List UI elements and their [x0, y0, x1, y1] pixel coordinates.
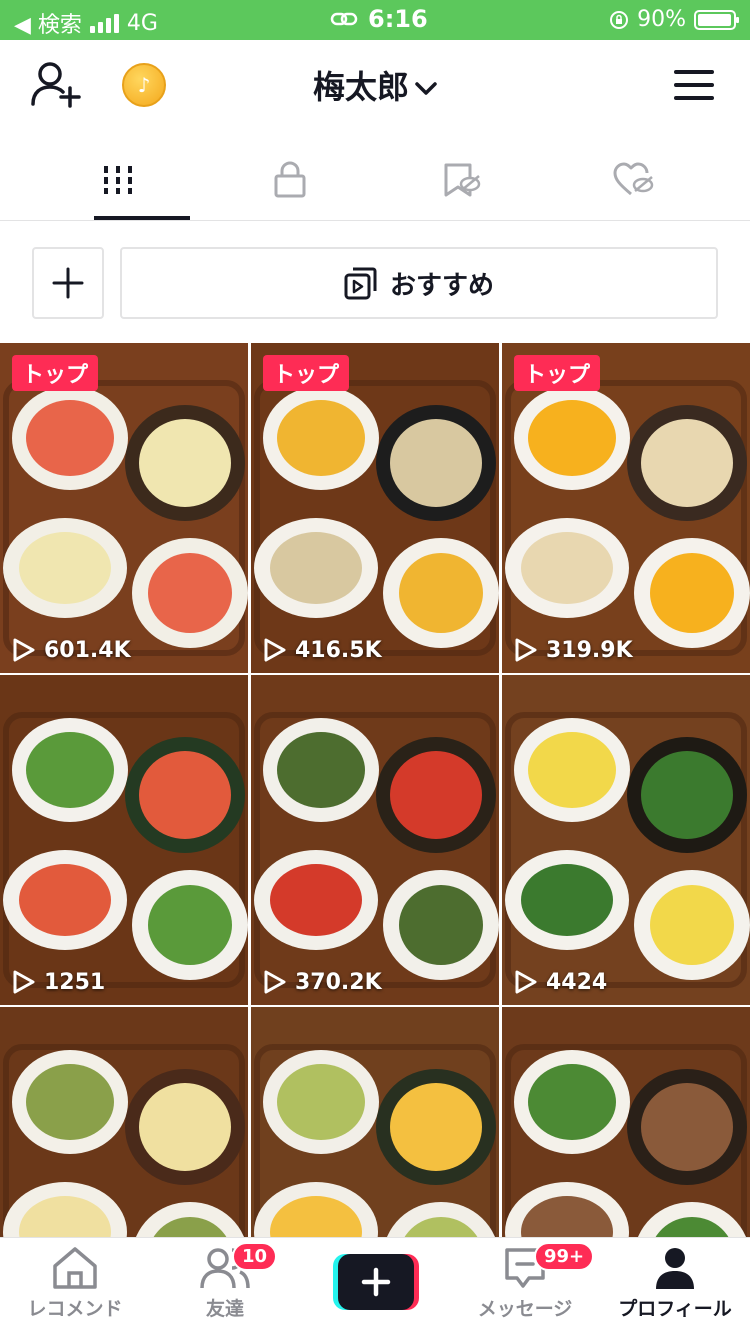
create-video-button[interactable] — [333, 1254, 419, 1310]
view-count-text: 416.5K — [295, 637, 382, 663]
view-count-text: 1251 — [44, 969, 106, 995]
tab-videos[interactable] — [24, 140, 211, 220]
username: 梅太郎 — [312, 68, 409, 106]
view-count: 4424 — [514, 969, 607, 995]
menu-icon[interactable] — [674, 70, 714, 100]
tab-saved-hidden[interactable] — [368, 140, 555, 220]
video-thumbnail — [0, 1007, 248, 1237]
status-left: ◀ 検索 4G — [14, 7, 158, 39]
video-tile[interactable] — [251, 1007, 499, 1237]
pinned-badge: トップ — [263, 355, 350, 391]
video-tile[interactable] — [502, 1007, 750, 1237]
video-thumbnail — [502, 1007, 750, 1237]
grid-icon — [103, 166, 132, 194]
view-count: 601.4K — [12, 637, 131, 663]
status-right: 90% — [609, 7, 739, 32]
tab-private[interactable] — [196, 140, 383, 220]
network-label: 4G — [126, 10, 158, 36]
view-count-text: 601.4K — [44, 637, 131, 663]
recommend-button[interactable]: おすすめ — [120, 247, 718, 319]
view-count-text: 370.2K — [295, 969, 382, 995]
video-thumbnail — [502, 675, 750, 1005]
view-count: 370.2K — [263, 969, 382, 995]
nav-messages[interactable]: メッセージ 99+ — [450, 1242, 600, 1331]
lock-icon — [274, 161, 305, 198]
play-icon — [515, 638, 537, 662]
messages-badge: 99+ — [534, 1242, 595, 1271]
video-tile[interactable]: 1251 — [0, 675, 248, 1005]
play-icon — [264, 638, 286, 662]
clock: 6:16 — [368, 5, 428, 33]
recommend-label: おすすめ — [389, 270, 494, 301]
add-video-button[interactable] — [32, 247, 104, 319]
nav-messages-label: メッセージ — [477, 1298, 573, 1320]
video-thumbnail — [0, 343, 248, 673]
play-icon — [13, 970, 35, 994]
nav-home-label: レコメンド — [27, 1298, 123, 1320]
nav-profile[interactable]: プロフィール — [600, 1246, 750, 1331]
video-tile[interactable]: トップ 416.5K — [251, 343, 499, 673]
profile-icon — [656, 1248, 694, 1289]
play-icon — [264, 970, 286, 994]
rotation-lock-icon — [610, 10, 629, 29]
video-tile[interactable]: 370.2K — [251, 675, 499, 1005]
bottom-nav: レコメンド 友達 10 メッセージ 99+ プロフィール — [0, 1237, 750, 1334]
profile-tabs — [0, 140, 750, 221]
video-thumbnail — [0, 675, 248, 1005]
nav-profile-label: プロフィール — [618, 1298, 732, 1320]
status-bar: ◀ 検索 4G 6:16 90% — [0, 0, 750, 40]
video-thumbnail — [251, 675, 499, 1005]
view-count: 1251 — [12, 969, 105, 995]
nav-friends-label: 友達 — [205, 1298, 244, 1320]
status-center: 6:16 — [330, 5, 428, 33]
tab-liked-hidden[interactable] — [540, 140, 727, 220]
video-thumbnail — [502, 343, 750, 673]
back-to-search-link[interactable]: ◀ 検索 — [14, 7, 82, 39]
battery-icon — [694, 9, 739, 30]
play-icon — [515, 970, 537, 994]
chevron-down-icon — [415, 82, 437, 95]
video-grid: トップ 601.4K トップ 416.5K トップ 319.9K 1251 370.2K 442… — [0, 343, 750, 1237]
nav-friends[interactable]: 友達 10 — [150, 1242, 300, 1331]
video-tile[interactable]: トップ 319.9K — [502, 343, 750, 673]
view-count: 416.5K — [263, 637, 382, 663]
link-icon — [330, 12, 358, 26]
video-tile[interactable]: 4424 — [502, 675, 750, 1005]
username-switcher[interactable]: 梅太郎 — [0, 62, 750, 108]
video-thumbnail — [251, 1007, 499, 1237]
pinned-badge: トップ — [514, 355, 601, 391]
view-count-text: 4424 — [546, 969, 608, 995]
friends-badge: 10 — [232, 1242, 278, 1271]
video-tile[interactable]: トップ 601.4K — [0, 343, 248, 673]
signal-icon — [89, 13, 119, 33]
pinned-badge: トップ — [12, 355, 99, 391]
plus-icon — [52, 267, 84, 299]
play-icon — [13, 638, 35, 662]
playlist-icon — [344, 267, 377, 300]
home-icon — [53, 1247, 97, 1289]
nav-home[interactable]: レコメンド — [0, 1246, 150, 1331]
view-count: 319.9K — [514, 637, 633, 663]
video-tile[interactable] — [0, 1007, 248, 1237]
video-thumbnail — [251, 343, 499, 673]
profile-header: ♪ 梅太郎 — [0, 40, 750, 130]
heart-hidden-icon — [613, 162, 653, 196]
view-count-text: 319.9K — [546, 637, 633, 663]
battery-percent: 90% — [637, 7, 686, 32]
bookmark-hidden-icon — [444, 163, 480, 197]
